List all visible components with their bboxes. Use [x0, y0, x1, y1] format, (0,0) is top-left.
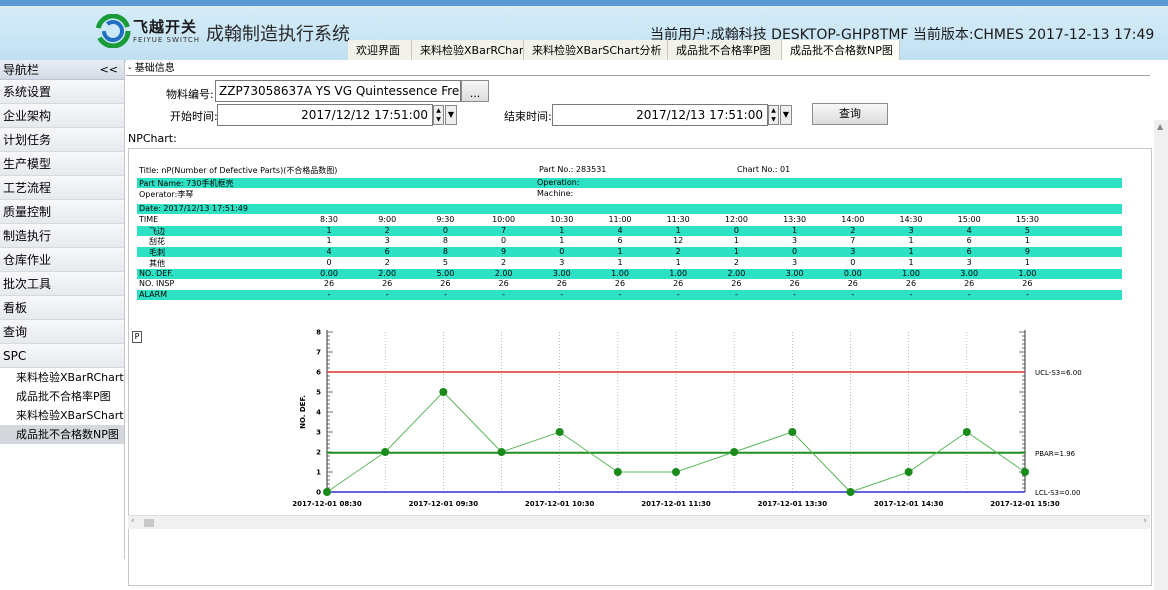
brand-name-en: FEIYUE SWITCH	[133, 36, 201, 44]
vertical-scrollbar[interactable]: ▲	[1154, 120, 1168, 590]
end-time-dropdown-icon[interactable]: ▼	[780, 105, 792, 125]
y-tick-label: 6	[316, 369, 321, 377]
horizontal-scroll-thumb[interactable]	[144, 519, 154, 527]
y-tick-label: 4	[316, 409, 321, 417]
tab-welcome[interactable]: 欢迎界面	[348, 40, 412, 61]
x-tick-label: 2017-12-01 15:30	[990, 500, 1060, 508]
material-label: 物料编号:	[166, 88, 214, 101]
sidebar-subitem-np-chart[interactable]: 成品批不合格数NP图	[0, 425, 124, 444]
scroll-right-icon[interactable]: ›	[1143, 516, 1147, 526]
sidebar-subitem-p-chart[interactable]: 成品批不合格率P图	[0, 387, 124, 406]
sidebar: 导航栏 << 系统设置 企业架构 计划任务 生产模型 工艺流程 质量控制 制造执…	[0, 60, 125, 559]
tab-p-chart[interactable]: 成品批不合格率P图	[668, 40, 782, 61]
data-point	[846, 488, 855, 496]
collapse-sidebar-button[interactable]: <<	[100, 60, 118, 80]
section-header: - 基础信息	[126, 62, 1150, 76]
lcl-line-label: LCL-S3=0.00	[1035, 489, 1080, 497]
data-point	[904, 468, 913, 476]
y-tick-label: 5	[316, 389, 321, 397]
sidebar-item-enterprise[interactable]: 企业架构	[0, 104, 124, 128]
x-tick-label: 2017-12-01 09:30	[409, 500, 479, 508]
x-tick-label: 2017-12-01 14:30	[874, 500, 944, 508]
horizontal-scrollbar[interactable]: ‹ ›	[128, 515, 1150, 529]
tab-np-chart[interactable]: 成品批不合格数NP图	[782, 40, 900, 61]
start-time-input[interactable]: 2017/12/12 17:51:00	[217, 104, 433, 126]
data-point	[730, 448, 739, 456]
sidebar-item-spc[interactable]: SPC	[0, 344, 124, 368]
end-time-label: 结束时间:	[504, 110, 552, 123]
x-tick-label: 2017-12-01 10:30	[525, 500, 595, 508]
pbar-line-label: PBAR=1.96	[1035, 450, 1076, 458]
sidebar-item-process[interactable]: 工艺流程	[0, 176, 124, 200]
data-point	[962, 428, 971, 436]
end-time-input[interactable]: 2017/12/13 17:51:00	[552, 104, 768, 126]
sidebar-subitem-xbars[interactable]: 来料检验XBarSChart分	[0, 406, 124, 425]
brand-name: 飞越开关	[133, 18, 198, 36]
sidebar-title: 导航栏	[3, 63, 40, 77]
end-time-spinner[interactable]: ▲ ▼	[768, 105, 779, 125]
start-time-label: 开始时间:	[170, 110, 218, 123]
tab-xbars[interactable]: 来料检验XBarSChart分析	[524, 40, 668, 61]
scroll-left-icon[interactable]: ‹	[131, 516, 135, 526]
sidebar-subitem-xbarr[interactable]: 来料检验XBarRChart	[0, 368, 124, 387]
sidebar-header: 导航栏 <<	[0, 60, 124, 80]
ucl-line-label: UCL-S3=6.00	[1035, 369, 1082, 377]
data-point	[1021, 468, 1029, 476]
browse-button[interactable]: ...	[461, 80, 489, 102]
sidebar-item-plan[interactable]: 计划任务	[0, 128, 124, 152]
data-point	[439, 388, 448, 396]
x-tick-label: 2017-12-01 13:30	[758, 500, 828, 508]
main-panel: - 基础信息 物料编号: ZZP73058637A YS VG Quintess…	[126, 60, 1168, 590]
app-header: 飞越开关 FEIYUE SWITCH 成翰制造执行系统 当前用户:成翰科技 DE…	[0, 0, 1168, 62]
y-tick-label: 1	[316, 469, 321, 477]
y-tick-label: 8	[316, 329, 321, 337]
np-chart-label: NPChart:	[128, 132, 177, 145]
sidebar-item-query[interactable]: 查询	[0, 320, 124, 344]
data-point	[788, 428, 797, 436]
y-tick-label: 2	[316, 449, 321, 457]
x-tick-label: 2017-12-01 11:30	[641, 500, 711, 508]
sidebar-item-batch[interactable]: 批次工具	[0, 272, 124, 296]
sidebar-item-production-model[interactable]: 生产模型	[0, 152, 124, 176]
y-axis-label: NO. DEF.	[299, 395, 307, 429]
sidebar-item-warehouse[interactable]: 仓库作业	[0, 248, 124, 272]
start-time-spinner[interactable]: ▲ ▼	[433, 105, 444, 125]
data-point	[323, 488, 331, 496]
sidebar-item-execution[interactable]: 制造执行	[0, 224, 124, 248]
scroll-up-icon[interactable]: ▲	[1157, 122, 1163, 131]
tab-bar: 欢迎界面 来料检验XBarRChar 来料检验XBarSChart分析 成品批不…	[348, 40, 900, 61]
window-titlebar	[0, 0, 1168, 6]
y-tick-label: 0	[316, 489, 321, 497]
logo-icon	[95, 14, 131, 48]
query-button[interactable]: 查询	[812, 103, 888, 125]
legend-badge: P	[132, 331, 142, 343]
data-point	[613, 468, 622, 476]
data-point	[672, 468, 680, 476]
data-point	[555, 428, 564, 436]
data-point	[381, 448, 390, 456]
sidebar-item-system[interactable]: 系统设置	[0, 80, 124, 104]
start-time-dropdown-icon[interactable]: ▼	[445, 105, 457, 125]
y-tick-label: 3	[316, 429, 321, 437]
material-input[interactable]: ZZP73058637A YS VG Quintessence Fresh N	[215, 80, 461, 102]
x-tick-label: 2017-12-01 08:30	[292, 500, 362, 508]
y-tick-label: 7	[316, 349, 321, 357]
sidebar-item-board[interactable]: 看板	[0, 296, 124, 320]
tab-xbarr[interactable]: 来料检验XBarRChar	[412, 40, 524, 61]
app-title: 成翰制造执行系统	[206, 24, 350, 45]
sidebar-item-quality[interactable]: 质量控制	[0, 200, 124, 224]
data-point	[497, 448, 506, 456]
